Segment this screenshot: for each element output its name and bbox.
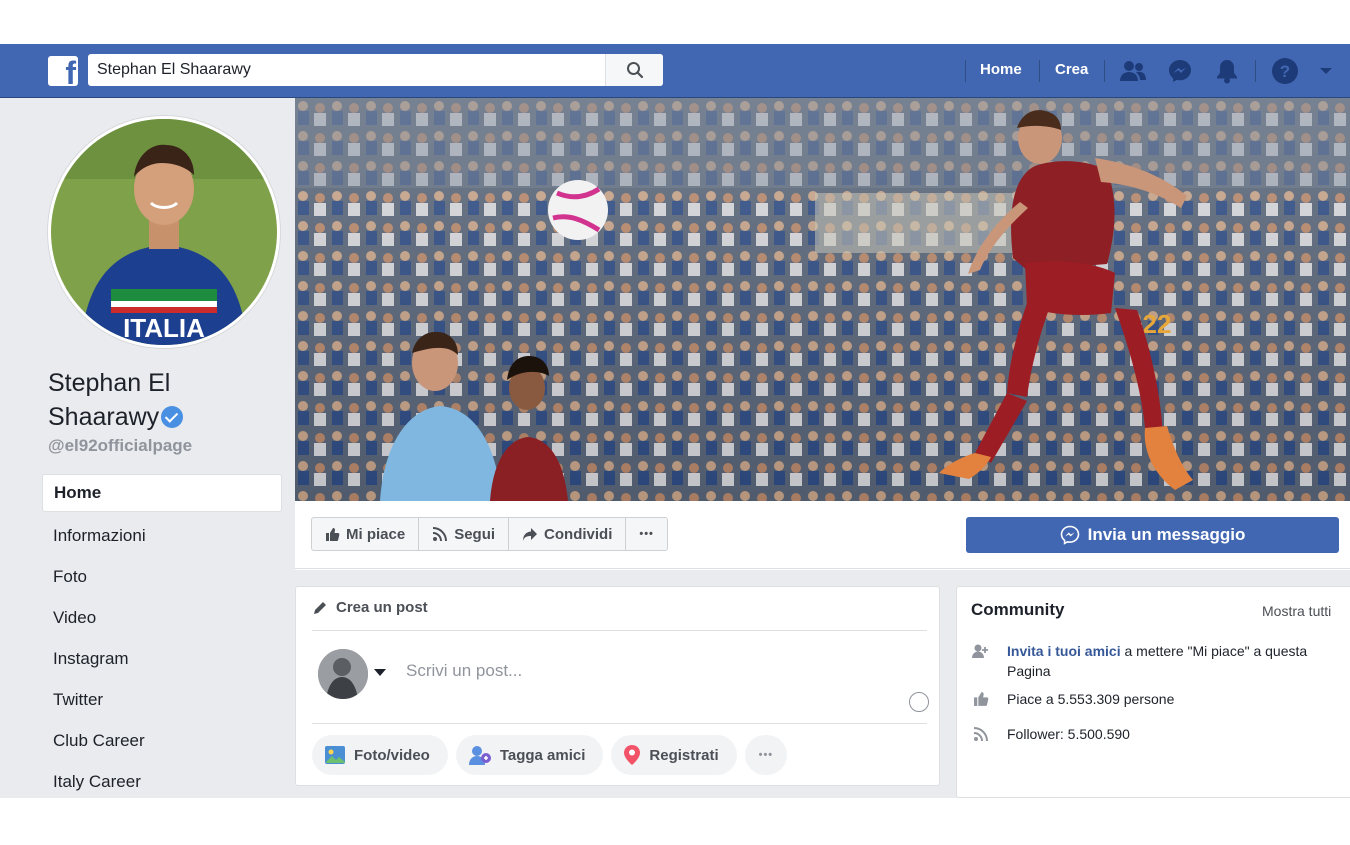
- check-in-button[interactable]: Registrati: [611, 735, 737, 775]
- nav-create-link[interactable]: Crea: [1055, 61, 1088, 78]
- facebook-logo[interactable]: f: [48, 56, 78, 86]
- share-button-label: Condividi: [544, 525, 613, 543]
- followers-row: Follower: 5.500.590: [971, 724, 1311, 744]
- nav-separator: [965, 60, 966, 82]
- profile-photo-illustration: ITALIA: [51, 119, 277, 345]
- svg-text:ITALIA: ITALIA: [123, 313, 205, 343]
- caret-down-icon[interactable]: [1316, 57, 1336, 85]
- community-card: Community Mostra tutti Invita i tuoi ami…: [956, 586, 1350, 798]
- search-icon: [626, 62, 643, 79]
- community-title: Community: [971, 600, 1065, 619]
- sidebar-item-home[interactable]: Home: [42, 474, 282, 512]
- likes-count-text: Piace a 5.553.309 persone: [1007, 691, 1175, 707]
- check-in-label: Registrati: [649, 746, 719, 764]
- follow-button-label: Segui: [454, 525, 496, 543]
- svg-text:?: ?: [1280, 62, 1290, 81]
- photo-video-label: Foto/video: [354, 746, 430, 764]
- followers-count-text: Follower: 5.500.590: [1007, 726, 1130, 742]
- tag-friends-button[interactable]: Tagga amici: [455, 735, 604, 775]
- sidebar-item-instagram[interactable]: Instagram: [42, 638, 282, 679]
- invite-friends-text: Invita i tuoi amici a mettere "Mi piace"…: [1007, 641, 1311, 681]
- page-content-area: Crea un post Scrivi un post... Foto/vide…: [295, 570, 1350, 798]
- sidebar-item-twitter[interactable]: Twitter: [42, 679, 282, 720]
- search-input[interactable]: [88, 54, 604, 86]
- share-arrow-icon: [523, 527, 538, 541]
- location-pin-icon: [624, 745, 641, 765]
- divider: [312, 630, 927, 631]
- more-actions-button[interactable]: •••: [626, 518, 667, 550]
- divider: [312, 723, 927, 724]
- facebook-logo-glyph: f: [65, 56, 76, 86]
- sidebar-item-foto[interactable]: Foto: [42, 556, 282, 597]
- page-title: Stephan El Shaarawy: [48, 366, 248, 434]
- thumbs-up-icon: [971, 689, 991, 709]
- send-message-button[interactable]: Invia un messaggio: [966, 517, 1339, 553]
- like-button[interactable]: Mi piace: [312, 518, 420, 550]
- rss-icon: [971, 724, 991, 744]
- photo-icon: [325, 746, 345, 764]
- notifications-icon[interactable]: [1213, 57, 1241, 85]
- sidebar-item-informazioni[interactable]: Informazioni: [42, 515, 282, 556]
- photo-video-button[interactable]: Foto/video: [312, 735, 448, 775]
- create-post-header[interactable]: Crea un post: [312, 599, 428, 616]
- more-post-options-button[interactable]: •••: [744, 735, 788, 775]
- invite-friends-link[interactable]: Invita i tuoi amici: [1007, 643, 1121, 659]
- sidebar-item-italy-career[interactable]: Italy Career: [42, 761, 282, 802]
- top-navigation-bar: f Home Crea ?: [0, 44, 1350, 98]
- follow-button[interactable]: Segui: [419, 518, 510, 550]
- pencil-icon: [314, 601, 326, 614]
- thumbs-up-icon: [326, 527, 340, 541]
- page-handle[interactable]: @el92officialpage: [48, 436, 192, 456]
- search-box: [88, 54, 663, 86]
- page-avatar[interactable]: [318, 649, 368, 699]
- friends-icon[interactable]: [1119, 57, 1147, 85]
- more-dots-icon: •••: [639, 528, 654, 540]
- page-navigation: Home Informazioni Foto Video Instagram T…: [42, 474, 282, 802]
- nav-separator: [1255, 60, 1256, 82]
- sidebar-item-club-career[interactable]: Club Career: [42, 720, 282, 761]
- likes-row: Piace a 5.553.309 persone: [971, 689, 1311, 709]
- send-message-label: Invia un messaggio: [1087, 525, 1246, 544]
- page-action-bar: Mi piace Segui Condividi ••• Invia un me…: [295, 501, 1350, 569]
- post-actions: Foto/video Tagga amici Registrati •••: [312, 735, 788, 775]
- nav-separator: [1039, 60, 1040, 82]
- tag-friends-label: Tagga amici: [499, 746, 586, 764]
- cover-photo[interactable]: 22: [295, 98, 1350, 501]
- help-icon[interactable]: ?: [1271, 57, 1299, 85]
- page-name-text: Stephan El Shaarawy: [48, 369, 171, 431]
- share-button[interactable]: Condividi: [509, 518, 627, 550]
- create-post-card: Crea un post Scrivi un post... Foto/vide…: [295, 586, 940, 786]
- tag-friends-icon: [468, 746, 491, 765]
- see-all-link[interactable]: Mostra tutti: [1262, 603, 1331, 619]
- left-sidebar: ITALIA Stephan El Shaarawy @el92official…: [0, 98, 295, 798]
- write-post-input[interactable]: Scrivi un post...: [406, 661, 522, 681]
- sidebar-item-video[interactable]: Video: [42, 597, 282, 638]
- page-actions-group: Mi piace Segui Condividi •••: [311, 517, 668, 551]
- more-dots-icon: •••: [758, 749, 774, 761]
- rss-icon: [433, 527, 448, 542]
- create-post-title: Crea un post: [336, 599, 428, 616]
- nav-separator: [1104, 60, 1105, 82]
- messenger-icon: [1060, 525, 1079, 545]
- invite-friends-row: Invita i tuoi amici a mettere "Mi piace"…: [971, 641, 1311, 681]
- cover-photo-illustration: 22: [295, 98, 1350, 501]
- search-button[interactable]: [605, 54, 663, 86]
- profile-picture[interactable]: ITALIA: [48, 116, 280, 348]
- messenger-icon[interactable]: [1166, 57, 1194, 85]
- invite-friends-icon: [971, 641, 991, 681]
- svg-text:22: 22: [1143, 309, 1172, 339]
- caret-down-icon[interactable]: [374, 669, 386, 676]
- verified-badge-icon: [161, 406, 184, 428]
- emoji-icon[interactable]: [909, 692, 929, 712]
- like-button-label: Mi piace: [346, 525, 406, 543]
- nav-home-link[interactable]: Home: [980, 61, 1022, 78]
